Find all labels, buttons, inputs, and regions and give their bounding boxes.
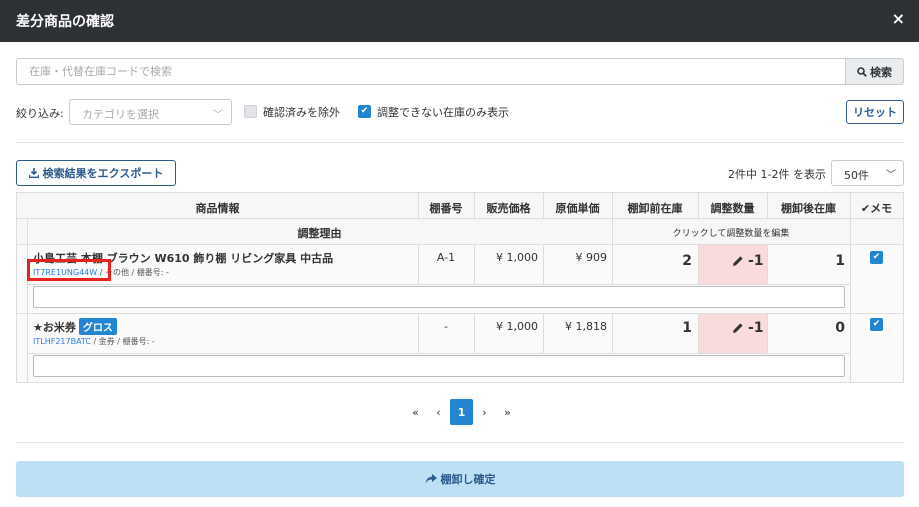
- stock-after: 0: [835, 320, 845, 336]
- check-icon: ✔: [360, 106, 369, 116]
- header-reason: 調整理由: [297, 227, 342, 240]
- divider: [16, 442, 904, 443]
- page-current[interactable]: 1: [450, 399, 473, 425]
- search-button-label: 検索: [870, 65, 892, 79]
- per-page-select[interactable]: 50件 ﹀: [831, 160, 904, 186]
- pencil-icon: [733, 256, 743, 266]
- memo-checkbox[interactable]: ✔: [870, 318, 883, 331]
- header-memo: ✔メモ: [860, 202, 893, 215]
- confirm-label: 棚卸し確定: [440, 473, 496, 486]
- highlight-box: [27, 259, 111, 281]
- pencil-icon: [733, 323, 743, 333]
- reason-input[interactable]: [33, 286, 845, 308]
- page-last[interactable]: »: [496, 399, 519, 425]
- status-badge: グロス: [78, 318, 117, 335]
- cost-price: ¥ 1,818: [565, 320, 607, 333]
- shelf-no: -: [444, 320, 448, 333]
- reason-input[interactable]: [33, 355, 845, 377]
- check-icon: ✔: [860, 202, 871, 215]
- diff-table: 商品情報 棚番号 販売価格 原価単価 棚卸前在庫 調整数量 棚卸後在庫 ✔メモ …: [16, 192, 904, 383]
- sale-price: ¥ 1,000: [496, 320, 538, 333]
- header-adjust-qty: 調整数量: [710, 202, 755, 215]
- adjust-qty[interactable]: -1: [732, 253, 764, 269]
- cost-price: ¥ 909: [575, 251, 608, 264]
- stock-after: 1: [835, 253, 845, 269]
- header-shelf-no: 棚番号: [429, 202, 463, 215]
- search-bar: 検索: [16, 58, 904, 85]
- pagination: « ‹ 1 › »: [404, 399, 519, 425]
- header-cost-price: 原価単価: [555, 202, 600, 215]
- download-icon: [28, 168, 39, 178]
- per-page-value: 50件: [844, 169, 869, 182]
- search-button[interactable]: 検索: [845, 58, 904, 85]
- product-name: ★お米券 グロス: [33, 318, 117, 335]
- chevron-down-icon: ﹀: [886, 170, 896, 181]
- page-prev[interactable]: ‹: [427, 399, 450, 425]
- check-icon: ✔: [872, 252, 881, 262]
- confirm-inventory-button[interactable]: 棚卸し確定: [16, 461, 904, 497]
- shelf-no: A-1: [436, 251, 456, 264]
- check-icon: ✔: [872, 319, 881, 329]
- exclude-confirmed-checkbox[interactable]: [244, 105, 257, 118]
- only-unadjustable-label: 調整できない在庫のみ表示: [377, 106, 509, 119]
- search-icon: [857, 66, 867, 77]
- stock-before: 2: [682, 253, 692, 269]
- modal-title: 差分商品の確認: [16, 14, 114, 30]
- exclude-confirmed-label: 確認済みを除外: [263, 106, 340, 119]
- export-button[interactable]: 検索結果をエクスポート: [16, 160, 176, 186]
- header-product-info: 商品情報: [195, 202, 240, 215]
- page-next[interactable]: ›: [473, 399, 496, 425]
- close-icon[interactable]: ×: [892, 9, 905, 28]
- result-count: 2件中 1-2件 を表示: [728, 168, 826, 181]
- header-stock-before: 棚卸前在庫: [627, 202, 683, 215]
- category-select[interactable]: カテゴリを選択 ﹀: [69, 99, 232, 125]
- chevron-down-icon: ﹀: [213, 110, 223, 121]
- filter-label: 絞り込み:: [16, 107, 64, 120]
- memo-checkbox[interactable]: ✔: [870, 251, 883, 264]
- page-first[interactable]: «: [404, 399, 427, 425]
- adjust-qty[interactable]: -1: [732, 320, 764, 336]
- reset-button[interactable]: リセット: [846, 100, 904, 124]
- product-meta: ITLHF217BATC / 金券 / 棚番号: -: [33, 337, 155, 346]
- search-input[interactable]: [16, 58, 846, 85]
- category-placeholder: カテゴリを選択: [82, 108, 159, 121]
- filter-row: 絞り込み: カテゴリを選択 ﹀ 確認済みを除外 ✔ 調整できない在庫のみ表示 リ…: [16, 99, 904, 125]
- product-code-link[interactable]: ITLHF217BATC: [33, 337, 91, 346]
- header-sale-price: 販売価格: [486, 202, 531, 215]
- sale-price: ¥ 1,000: [496, 251, 538, 264]
- stock-before: 1: [682, 320, 692, 336]
- header-adjust-hint: クリックして調整数量を編集: [672, 229, 790, 239]
- share-icon: [425, 473, 437, 484]
- only-unadjustable-checkbox[interactable]: ✔: [358, 105, 371, 118]
- divider: [16, 142, 904, 143]
- modal-header: 差分商品の確認 ×: [0, 0, 919, 42]
- export-button-label: 検索結果をエクスポート: [42, 167, 164, 180]
- header-stock-after: 棚卸後在庫: [781, 202, 836, 215]
